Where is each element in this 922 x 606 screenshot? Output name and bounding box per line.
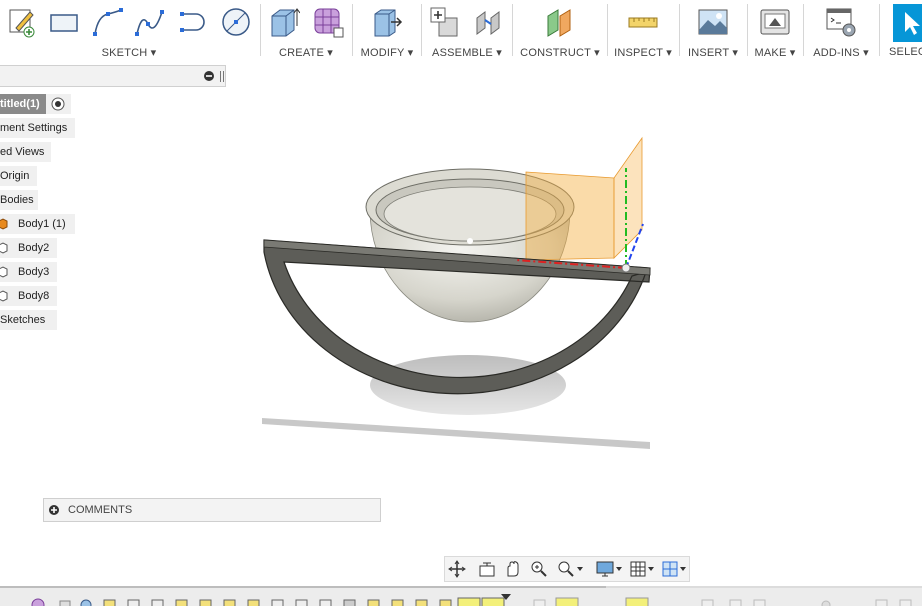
timeline-sketch-icon[interactable] (175, 599, 188, 606)
toolbar-separator (421, 4, 422, 56)
create-group[interactable]: CREATE ▾ (262, 0, 350, 62)
origin-point[interactable] (621, 263, 631, 273)
frame-shadow (262, 418, 650, 449)
expand-icon[interactable] (49, 505, 59, 515)
toolbar-separator (352, 4, 353, 56)
timeline-sketch-icon[interactable] (415, 599, 428, 606)
offset-plane-icon[interactable] (544, 6, 576, 38)
toolbar-separator (607, 4, 608, 56)
create-group-label[interactable]: CREATE ▾ (262, 46, 350, 59)
circle-icon[interactable] (220, 6, 252, 38)
select-group-label[interactable]: SELECT (889, 46, 922, 58)
line-icon[interactable] (92, 6, 124, 38)
timeline-feature-icon[interactable] (343, 599, 356, 606)
modify-group-label[interactable]: MODIFY ▾ (354, 46, 420, 59)
timeline-feature-icon[interactable] (821, 600, 831, 606)
scripts-icon[interactable] (825, 6, 857, 38)
spline-icon[interactable] (134, 6, 166, 38)
timeline-feature-icon[interactable] (271, 599, 284, 606)
assemble-group[interactable]: ASSEMBLE ▾ (423, 0, 511, 62)
timeline-sketch-icon[interactable] (391, 599, 404, 606)
timeline-feature-icon[interactable] (753, 599, 766, 606)
construct-group[interactable]: CONSTRUCT ▾ (514, 0, 606, 62)
inspect-group[interactable]: INSPECT ▾ (609, 0, 677, 62)
select-icon[interactable] (893, 4, 922, 42)
zoom-icon[interactable] (529, 560, 549, 578)
timeline-feature-icon[interactable] (127, 599, 140, 606)
inspect-group-label[interactable]: INSPECT ▾ (609, 46, 677, 59)
toolbar-separator (803, 4, 804, 56)
pan-icon[interactable] (503, 560, 523, 578)
timeline-feature-icon[interactable] (80, 599, 92, 606)
timeline-sketch-icon[interactable] (367, 599, 380, 606)
bowl-center-point (467, 238, 473, 244)
measure-icon[interactable] (627, 6, 659, 38)
toolbar: SKETCH ▾ CREATE ▾ MODIFY ▾ ASSEMBLE ▾ CO… (0, 0, 922, 62)
timeline-form-icon[interactable] (31, 598, 45, 606)
timeline-sketch-icon[interactable] (625, 597, 649, 606)
modify-group[interactable]: MODIFY ▾ (354, 0, 420, 62)
insert-group[interactable]: INSERT ▾ (681, 0, 745, 62)
orbit-icon[interactable] (447, 560, 467, 578)
timeline-sketch-icon[interactable] (223, 599, 236, 606)
make-group[interactable]: MAKE ▾ (749, 0, 801, 62)
assemble-group-label[interactable]: ASSEMBLE ▾ (423, 46, 511, 59)
grid-settings-icon[interactable] (629, 560, 659, 578)
timeline-sketch-icon[interactable] (199, 599, 212, 606)
extrude-icon[interactable] (268, 6, 300, 38)
insert-group-label[interactable]: INSERT ▾ (681, 46, 745, 59)
timeline-feature-icon[interactable] (151, 599, 164, 606)
toolbar-separator (679, 4, 680, 56)
make-group-label[interactable]: MAKE ▾ (749, 46, 801, 59)
toolbar-separator (879, 4, 880, 56)
timeline-feature-icon[interactable] (899, 599, 912, 606)
3d-print-icon[interactable] (759, 6, 791, 38)
add-ins-group[interactable]: ADD-INS ▾ (805, 0, 877, 62)
timeline-feature-icon[interactable] (875, 599, 888, 606)
create-sketch-icon[interactable] (6, 6, 38, 38)
fit-icon[interactable] (555, 560, 585, 578)
comments-panel[interactable]: COMMENTS (43, 498, 381, 522)
form-icon[interactable] (312, 6, 344, 38)
viewports-icon[interactable] (661, 560, 689, 578)
timeline-feature-icon[interactable] (59, 600, 71, 606)
press-pull-icon[interactable] (371, 6, 403, 38)
insert-image-icon[interactable] (697, 6, 729, 38)
toolbar-separator (260, 4, 261, 56)
new-component-icon[interactable] (429, 6, 461, 38)
joint-icon[interactable] (473, 6, 505, 38)
slot-icon[interactable] (176, 6, 208, 38)
timeline-feature-icon[interactable] (701, 599, 714, 606)
rectangle-icon[interactable] (48, 6, 80, 38)
timeline-sketch-icon[interactable] (103, 599, 116, 606)
timeline-sketch-icon[interactable] (481, 597, 505, 606)
comments-label: COMMENTS (68, 504, 133, 516)
select-group[interactable]: SELECT (881, 0, 922, 62)
sketch-group[interactable]: SKETCH ▾ (0, 0, 258, 62)
timeline-feature-icon[interactable] (295, 599, 308, 606)
timeline-sketch-icon[interactable] (247, 599, 260, 606)
timeline-sketch-icon[interactable] (439, 599, 452, 606)
timeline-sketch-icon[interactable] (457, 597, 481, 606)
construct-group-label[interactable]: CONSTRUCT ▾ (514, 46, 606, 59)
toolbar-separator (747, 4, 748, 56)
toolbar-separator (512, 4, 513, 56)
navigation-bar (444, 556, 690, 582)
timeline-feature-icon[interactable] (729, 599, 742, 606)
timeline-feature-icon[interactable] (319, 599, 332, 606)
timeline-features[interactable] (0, 592, 922, 606)
timeline-feature-icon[interactable] (533, 599, 546, 606)
display-settings-icon[interactable] (595, 560, 625, 578)
add-ins-group-label[interactable]: ADD-INS ▾ (805, 46, 877, 59)
sketch-group-label[interactable]: SKETCH ▾ (0, 46, 258, 59)
look-at-icon[interactable] (477, 560, 497, 578)
timeline-sketch-icon[interactable] (555, 597, 579, 606)
construction-plane[interactable] (525, 171, 615, 261)
